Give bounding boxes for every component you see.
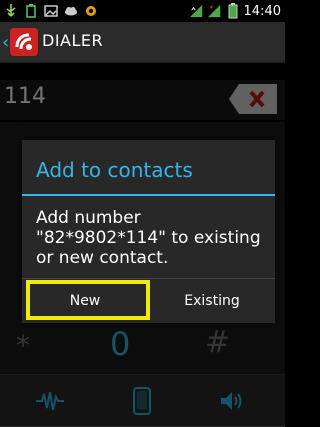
dialer-app-icon[interactable] bbox=[10, 28, 38, 56]
action-bar: ‹ DIALER bbox=[0, 22, 285, 63]
data-signal-icon bbox=[189, 4, 204, 18]
dialog-title-divider bbox=[22, 194, 275, 196]
signal-icon bbox=[207, 4, 222, 18]
dialog-title: Add to contacts bbox=[36, 158, 193, 182]
dialog-message: Add number "82*9802*114" to existing or … bbox=[36, 208, 261, 268]
status-right: 14:40 bbox=[189, 2, 281, 20]
back-chevron-icon[interactable]: ‹ bbox=[2, 32, 9, 53]
existing-contact-button[interactable]: Existing bbox=[149, 279, 275, 323]
new-contact-button[interactable]: New bbox=[22, 279, 148, 323]
usb-icon bbox=[4, 4, 18, 18]
add-to-contacts-dialog: Add to contacts Add number "82*9802*114"… bbox=[22, 140, 275, 323]
status-left-icons bbox=[4, 3, 98, 19]
battery-charging-icon bbox=[24, 4, 38, 18]
status-time: 14:40 bbox=[243, 3, 281, 19]
image-icon bbox=[44, 4, 58, 18]
notification-icon bbox=[84, 4, 98, 18]
cloud-icon bbox=[64, 4, 78, 18]
app-title: DIALER bbox=[42, 31, 104, 50]
battery-icon bbox=[226, 3, 240, 19]
status-bar: 14:40 bbox=[0, 0, 285, 22]
